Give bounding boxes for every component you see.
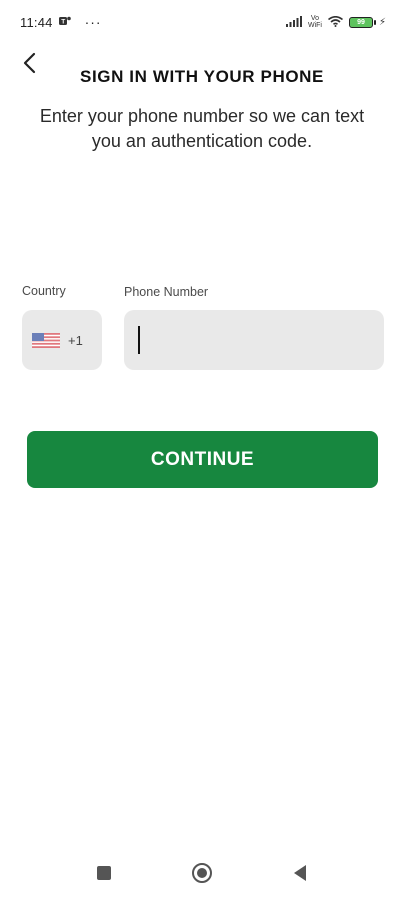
country-picker[interactable]: +1 <box>22 310 102 370</box>
vowifi-bottom-label: WiFi <box>307 22 322 29</box>
home-button[interactable] <box>188 859 216 887</box>
status-right: Vo WiFi 99 ⚡ <box>285 15 386 30</box>
dial-code: +1 <box>68 332 83 348</box>
battery-icon: 99 <box>348 16 376 28</box>
status-left: 11:44 T ··· <box>20 14 102 30</box>
sign-in-screen: 11:44 T ··· Vo WiFi 99 ⚡ SIGN IN WITH YO… <box>0 0 404 900</box>
svg-text:T: T <box>61 18 65 25</box>
status-bar: 11:44 T ··· Vo WiFi 99 ⚡ <box>0 0 404 44</box>
phone-number-label: Phone Number <box>124 285 209 299</box>
wifi-icon <box>327 15 343 30</box>
phone-number-input[interactable] <box>124 310 384 370</box>
page-title: SIGN IN WITH YOUR PHONE <box>80 67 324 86</box>
continue-button[interactable]: CONTINUE <box>27 431 378 488</box>
signal-icon <box>285 15 302 30</box>
nav-back-button[interactable] <box>286 859 314 887</box>
back-icon <box>294 865 306 881</box>
country-label: Country <box>22 284 66 298</box>
status-time: 11:44 <box>20 14 53 30</box>
battery-level: 99 <box>357 18 365 26</box>
text-cursor <box>138 326 140 354</box>
vowifi-indicator: Vo WiFi <box>308 15 322 29</box>
home-icon <box>192 863 212 883</box>
more-notifications-icon: ··· <box>84 14 102 30</box>
teams-icon: T <box>58 15 71 30</box>
vowifi-top-label: Vo <box>310 15 320 22</box>
recents-icon <box>97 866 111 880</box>
charging-icon: ⚡ <box>378 16 386 28</box>
us-flag-icon <box>32 332 60 348</box>
system-navigation-bar <box>0 846 404 900</box>
page-subtitle: Enter your phone number so we can text y… <box>39 106 365 151</box>
recents-button[interactable] <box>90 859 118 887</box>
